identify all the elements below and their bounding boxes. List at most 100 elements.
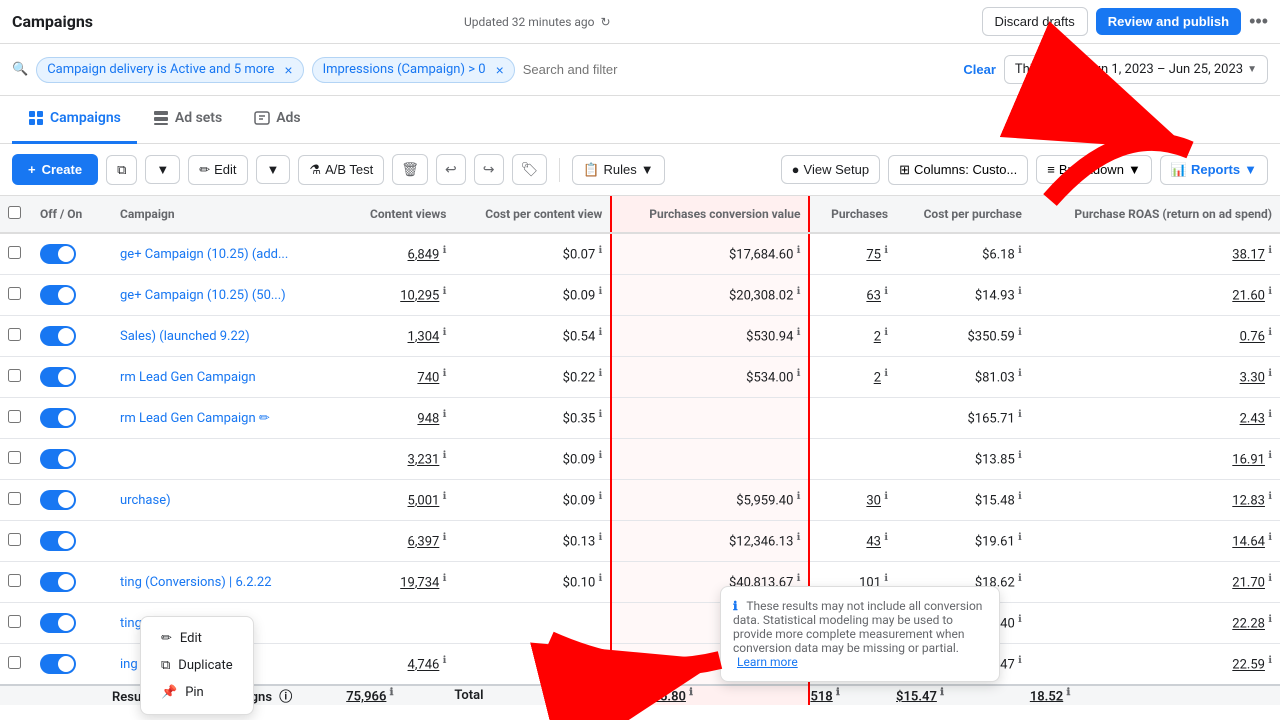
row-cost-per-cv-5: $0.09 ℹ [454,439,611,480]
purchases-header[interactable]: Purchases [809,196,896,233]
row-toggle-9[interactable] [32,603,112,644]
cost-per-purchase-header[interactable]: Cost per purchase [896,196,1030,233]
review-publish-button[interactable]: Review and publish [1096,8,1241,35]
row-toggle-10[interactable] [32,644,112,686]
row-campaign-1[interactable]: ge+ Campaign (10.25) (50...) [112,275,346,316]
toggle-switch-0[interactable] [40,244,76,264]
view-setup-button[interactable]: ● View Setup [781,155,880,184]
row-toggle-1[interactable] [32,275,112,316]
row-content-views-5: 3,231 ℹ [346,439,454,480]
discard-drafts-button[interactable]: Discard drafts [982,7,1088,36]
filter-tag-2[interactable]: Impressions (Campaign) > 0 × [312,57,515,83]
toggle-switch-3[interactable] [40,367,76,387]
filter-tag-2-remove[interactable]: × [496,62,504,78]
row-campaign-2[interactable]: Sales) (launched 9.22) [112,316,346,357]
tab-adsets[interactable]: Ad sets [137,96,238,144]
row-campaign-3[interactable]: rm Lead Gen Campaign [112,357,346,398]
toggle-switch-4[interactable] [40,408,76,428]
row-content-views-1: 10,295 ℹ [346,275,454,316]
row-campaign-7[interactable] [112,521,346,562]
row-checkbox-10[interactable] [0,644,32,686]
row-checkbox-0[interactable] [0,233,32,275]
edit-dropdown-button[interactable]: ▼ [256,155,291,184]
tab-ads[interactable]: Ads [238,96,316,144]
row-campaign-0[interactable]: ge+ Campaign (10.25) (add... [112,233,346,275]
row-roas-3: 3.30 ℹ [1030,357,1280,398]
context-menu-edit[interactable]: ✏ Edit [149,625,245,652]
create-button[interactable]: + Create [12,154,98,185]
row-checkbox-3[interactable] [0,357,32,398]
toggle-switch-6[interactable] [40,490,76,510]
redo-button[interactable]: ↪ [474,154,504,185]
row-checkbox-2[interactable] [0,316,32,357]
rules-chevron-icon: ▼ [641,162,654,177]
toggle-switch-7[interactable] [40,531,76,551]
row-content-views-7: 6,397 ℹ [346,521,454,562]
toggle-switch-10[interactable] [40,654,76,674]
row-checkbox-8[interactable] [0,562,32,603]
row-cost-per-purchase-5: $13.85 ℹ [896,439,1030,480]
row-cost-per-cv-0: $0.07 ℹ [454,233,611,275]
row-campaign-4[interactable]: rm Lead Gen Campaign ✏ [112,398,346,439]
edit-button[interactable]: ✏ Edit [188,155,247,185]
undo-button[interactable]: ↩ [436,154,466,185]
row-checkbox-9[interactable] [0,603,32,644]
delete-button[interactable]: 🗑 [392,154,428,185]
toggle-switch-9[interactable] [40,613,76,633]
filter-tag-1-remove[interactable]: × [284,62,292,78]
row-campaign-6[interactable]: urchase) [112,480,346,521]
rules-label: Rules [603,162,636,177]
row-purchases-cv-4 [611,398,809,439]
campaign-header[interactable]: Campaign [112,196,346,233]
date-range-selector[interactable]: This month: Jun 1, 2023 – Jun 25, 2023 ▼ [1004,55,1268,84]
duplicate-button[interactable]: ⧉ [106,155,137,185]
toggle-switch-5[interactable] [40,449,76,469]
tag-button[interactable]: 🏷 [512,154,548,185]
row-checkbox-1[interactable] [0,275,32,316]
search-filter-input[interactable] [523,62,956,77]
edit-label: Edit [214,162,236,177]
toggle-switch-1[interactable] [40,285,76,305]
filter-tag-1[interactable]: Campaign delivery is Active and 5 more × [36,57,303,83]
toggle-switch-8[interactable] [40,572,76,592]
toggle-switch-2[interactable] [40,326,76,346]
row-checkbox-4[interactable] [0,398,32,439]
row-checkbox-6[interactable] [0,480,32,521]
row-toggle-7[interactable] [32,521,112,562]
select-all-header[interactable] [0,196,32,233]
more-options-button[interactable]: ••• [1249,11,1268,32]
refresh-icon[interactable]: ↻ [601,15,611,29]
content-views-header[interactable]: Content views [346,196,454,233]
row-toggle-2[interactable] [32,316,112,357]
row-checkbox-5[interactable] [0,439,32,480]
ab-test-button[interactable]: ⚗ A/B Test [298,155,384,185]
roas-header[interactable]: Purchase ROAS (return on ad spend) [1030,196,1280,233]
table-row: ge+ Campaign (10.25) (50...) 10,295 ℹ $0… [0,275,1280,316]
cost-per-content-view-header[interactable]: Cost per content view [454,196,611,233]
purchases-conversion-value-header[interactable]: Purchases conversion value [611,196,809,233]
breakdown-button[interactable]: ≡ Breakdown ▼ [1036,155,1152,184]
tooltip-learn-more[interactable]: Learn more [737,655,798,669]
row-toggle-3[interactable] [32,357,112,398]
tab-campaigns[interactable]: Campaigns [12,96,137,144]
row-toggle-0[interactable] [32,233,112,275]
row-purchases-cv-2: $530.94 ℹ [611,316,809,357]
row-cost-per-cv-7: $0.13 ℹ [454,521,611,562]
row-toggle-4[interactable] [32,398,112,439]
reports-button[interactable]: 📊 Reports ▼ [1160,155,1268,185]
select-all-checkbox[interactable] [8,206,21,219]
row-checkbox-7[interactable] [0,521,32,562]
row-toggle-6[interactable] [32,480,112,521]
rules-button[interactable]: 📋 Rules ▼ [572,155,664,185]
row-toggle-5[interactable] [32,439,112,480]
row-campaign-8[interactable]: ting (Conversions) | 6.2.22 [112,562,346,603]
context-menu-pin[interactable]: 📌 Pin [149,679,245,706]
clear-button[interactable]: Clear [963,62,996,77]
row-roas-10: 22.59 ℹ [1030,644,1280,686]
duplicate-dropdown-button[interactable]: ▼ [145,155,180,184]
columns-button[interactable]: ⊞ Columns: Custo... [888,155,1028,185]
context-menu-duplicate[interactable]: ⧉ Duplicate [149,652,245,679]
info-icon[interactable]: ⓘ [279,690,292,705]
row-toggle-8[interactable] [32,562,112,603]
row-campaign-5[interactable] [112,439,346,480]
